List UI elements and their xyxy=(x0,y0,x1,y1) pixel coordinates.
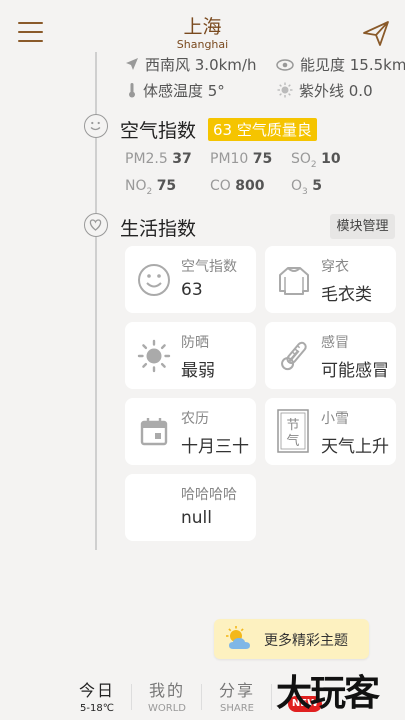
pm25-value: PM2.5 37 xyxy=(125,151,192,167)
module-manage-button[interactable]: 模块管理 xyxy=(330,214,395,239)
visibility-row: 能见度 15.5km xyxy=(276,54,405,75)
svg-text:节: 节 xyxy=(286,418,299,433)
tab-divider xyxy=(271,684,272,710)
tab-share[interactable]: 分享 SHARE xyxy=(207,677,267,714)
feels-like-row: 体感温度 5° xyxy=(127,80,225,102)
card-value: 十月三十 xyxy=(181,437,249,457)
thermometer-icon xyxy=(277,339,311,373)
tab-sub: WORLD xyxy=(148,703,186,714)
sun-cloud-icon xyxy=(224,625,256,657)
share-plane-icon[interactable] xyxy=(361,18,391,48)
sweater-icon xyxy=(277,263,311,297)
air-section-title: 空气指数 xyxy=(120,120,197,142)
card-label: 穿衣 xyxy=(321,259,349,275)
more-themes-banner[interactable]: 更多精彩主题 xyxy=(214,619,369,659)
uv-text: 紫外线 0.0 xyxy=(299,82,373,100)
card-label: 哈哈哈哈 xyxy=(181,487,237,503)
co-value: CO 800 xyxy=(210,178,265,194)
svg-text:气: 气 xyxy=(286,433,299,449)
tab-divider xyxy=(201,684,202,710)
thermometer-small-icon xyxy=(127,82,137,102)
tab-divider xyxy=(131,684,132,710)
navigation-arrow-icon xyxy=(125,57,139,75)
card-cold[interactable]: 感冒 可能感冒 xyxy=(265,322,396,389)
tab-label: 分享 xyxy=(218,681,255,700)
card-solar-term[interactable]: 节气 小雪 天气上升 xyxy=(265,398,396,465)
card-air-index[interactable]: 空气指数 63 xyxy=(125,246,256,313)
feels-like-text: 体感温度 5° xyxy=(143,82,225,100)
tab-label: 我的 xyxy=(148,681,185,700)
card-value: 最弱 xyxy=(181,361,215,381)
wind-row: 西南风 3.0km/h xyxy=(125,54,256,75)
calendar-icon xyxy=(137,415,171,449)
card-sunscreen[interactable]: 防晒 最弱 xyxy=(125,322,256,389)
tab-sub: 5-18℃ xyxy=(80,703,114,714)
life-section-title: 生活指数 xyxy=(120,218,197,240)
card-value: null xyxy=(181,508,212,528)
eye-icon xyxy=(276,57,294,75)
card-lunar[interactable]: 农历 十月三十 xyxy=(125,398,256,465)
tab-label: 今日 xyxy=(78,681,115,700)
card-value: 63 xyxy=(181,280,203,300)
aqi-badge: 63 空气质量良 xyxy=(208,118,317,141)
air-smiley-icon xyxy=(84,114,108,138)
solar-term-icon: 节气 xyxy=(275,408,311,454)
visibility-text: 能见度 15.5km xyxy=(300,56,405,74)
card-value: 天气上升 xyxy=(321,437,389,457)
card-label: 防晒 xyxy=(181,335,209,351)
card-value: 可能感冒 xyxy=(321,361,389,381)
so2-value: SO2 10 xyxy=(291,151,341,170)
card-value: 毛衣类 xyxy=(321,285,372,305)
sun-small-icon xyxy=(277,82,293,102)
tab-world[interactable]: 我的 WORLD xyxy=(137,677,197,714)
card-label: 农历 xyxy=(181,411,209,427)
sun-icon xyxy=(137,339,171,373)
o3-value: O3 5 xyxy=(291,178,322,197)
pm10-value: PM10 75 xyxy=(210,151,273,167)
card-label: 小雪 xyxy=(321,411,349,427)
card-label: 感冒 xyxy=(321,335,349,351)
wind-text: 西南风 3.0km/h xyxy=(145,56,257,74)
city-name: 上海 xyxy=(183,16,222,38)
tab-today[interactable]: 今日 5-18℃ xyxy=(67,677,127,714)
card-clothing[interactable]: 穿衣 毛衣类 xyxy=(265,246,396,313)
card-label: 空气指数 xyxy=(181,259,237,275)
tab-sub: SHARE xyxy=(220,703,254,714)
watermark-text: 大玩客 xyxy=(276,672,380,714)
no2-value: NO2 75 xyxy=(125,178,177,197)
heart-icon xyxy=(84,213,108,237)
card-custom[interactable]: 哈哈哈哈 null xyxy=(125,474,256,541)
smiley-icon xyxy=(137,263,171,297)
banner-text: 更多精彩主题 xyxy=(264,633,348,649)
uv-row: 紫外线 0.0 xyxy=(277,80,373,102)
city-name-en: Shanghai xyxy=(176,38,229,51)
